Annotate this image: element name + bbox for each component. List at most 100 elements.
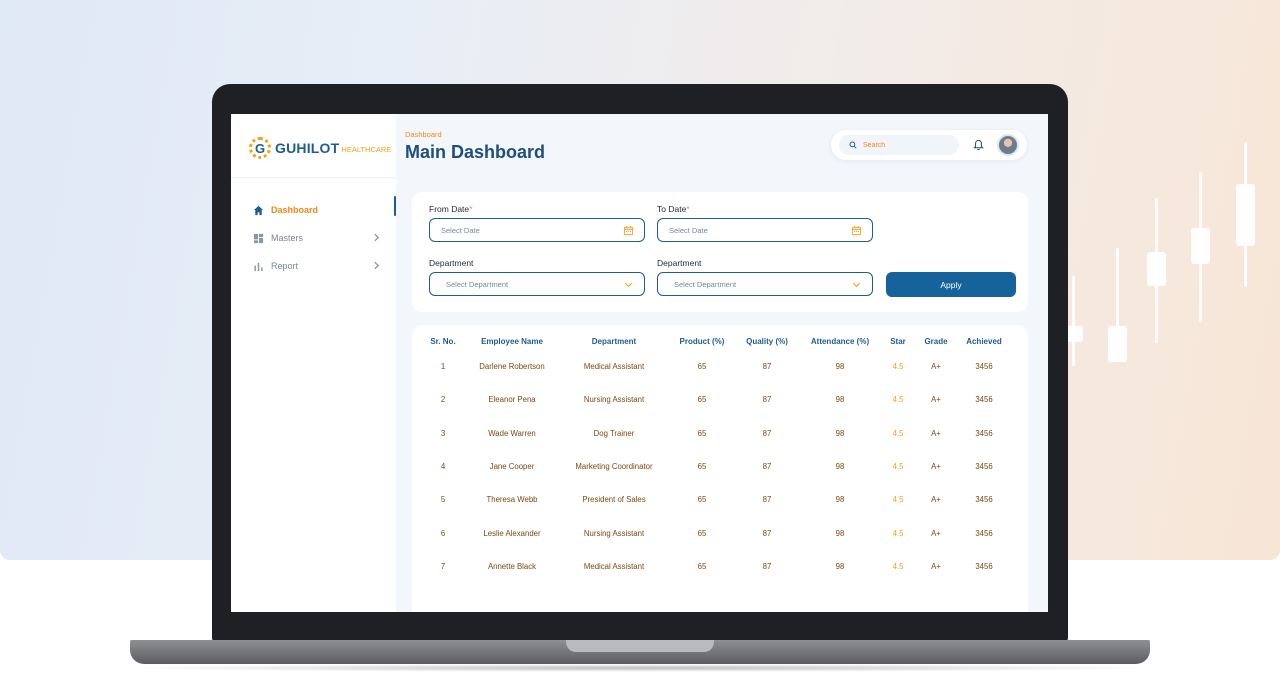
chevron-down-icon [852, 282, 861, 288]
cell-employee-name: Jane Cooper [489, 462, 535, 472]
cell-department: Medical Assistant [583, 362, 645, 372]
sidebar-nav: Dashboard Masters Report [231, 196, 396, 280]
cell-product: 65 [697, 495, 707, 505]
sidebar-item-label: Dashboard [271, 205, 319, 215]
search-box[interactable] [839, 135, 959, 155]
cell-quality: 87 [762, 462, 772, 472]
filter-card: From Date* Select Date To Date* Select D… [412, 192, 1028, 312]
table-row[interactable]: 7 Annette Black Medical Assistant 65 87 … [420, 550, 1012, 583]
chevron-right-icon [374, 261, 380, 270]
cell-product: 65 [697, 395, 707, 405]
cell-quality: 87 [762, 428, 772, 438]
cell-star: 4.5 [892, 362, 904, 372]
bell-icon[interactable] [973, 139, 984, 151]
column-header[interactable]: Sr. No. [420, 333, 466, 350]
cell-grade: A+ [931, 495, 941, 505]
column-header[interactable]: Attendance (%) [800, 333, 880, 350]
sidebar-divider [231, 177, 396, 178]
sidebar-item-dashboard[interactable]: Dashboard [231, 196, 396, 224]
calendar-icon [623, 226, 634, 236]
cell-department: Dog Trainer [593, 428, 635, 438]
column-header[interactable]: Employee Name [466, 333, 558, 350]
search-icon [849, 141, 857, 149]
cell-quality: 87 [762, 362, 772, 372]
to-date-input[interactable]: Select Date [657, 218, 873, 242]
from-date-placeholder: Select Date [441, 225, 480, 235]
department-select-2[interactable]: Select Department [657, 272, 873, 296]
from-date-label: From Date* [429, 204, 473, 214]
column-header[interactable]: Achieved [956, 333, 1012, 350]
cell-star: 4.5 [892, 495, 904, 505]
department-placeholder: Select Department [446, 279, 509, 289]
cell-product: 65 [697, 561, 707, 571]
cell-quality: 87 [762, 528, 772, 538]
cell-attendance: 98 [835, 462, 845, 472]
to-date-placeholder: Select Date [669, 225, 708, 235]
cell-grade: A+ [931, 428, 941, 438]
apply-button[interactable]: Apply [886, 272, 1016, 297]
breadcrumb[interactable]: Dashboard [405, 130, 442, 139]
cell-attendance: 98 [835, 528, 845, 538]
department-select-1[interactable]: Select Department [429, 272, 645, 296]
cell-grade: A+ [931, 395, 941, 405]
table-row[interactable]: 2 Eleanor Pena Nursing Assistant 65 87 9… [420, 383, 1012, 416]
employee-table-card: Sr. No. Employee Name Department Product… [412, 325, 1028, 612]
employee-table: Sr. No. Employee Name Department Product… [420, 333, 1012, 583]
cell-achieved: 3456 [975, 428, 993, 438]
cell-star: 4.5 [892, 462, 904, 472]
cell-department: Medical Assistant [583, 561, 645, 571]
cell-department: Nursing Assistant [583, 395, 645, 405]
cell-star: 4.5 [892, 395, 904, 405]
bar-chart-icon [254, 262, 263, 271]
sidebar-item-report[interactable]: Report [231, 252, 396, 280]
table-row[interactable]: 1 Darlene Robertson Medical Assistant 65… [420, 350, 1012, 383]
column-header[interactable]: Grade [916, 333, 956, 350]
cell-sr-no: 4 [440, 462, 446, 472]
department-label-1: Department [429, 258, 474, 268]
sidebar-item-label: Masters [271, 233, 304, 243]
cell-attendance: 98 [835, 561, 845, 571]
cell-achieved: 3456 [975, 362, 993, 372]
department-label-2: Department [657, 258, 702, 268]
avatar[interactable] [997, 134, 1019, 156]
brand-name: GUHILOT [275, 140, 340, 156]
cell-product: 65 [697, 528, 707, 538]
column-header[interactable]: Quality (%) [734, 333, 800, 350]
cell-employee-name: Wade Warren [488, 428, 536, 438]
topbar [831, 130, 1027, 160]
sidebar-item-masters[interactable]: Masters [231, 224, 396, 252]
laptop-shadow [118, 664, 1162, 672]
column-header[interactable]: Star [880, 333, 916, 350]
cell-star: 4.5 [892, 528, 904, 538]
cell-grade: A+ [931, 462, 941, 472]
table-row[interactable]: 3 Wade Warren Dog Trainer 65 87 98 4.5 A… [420, 417, 1012, 450]
table-row[interactable]: 4 Jane Cooper Marketing Coordinator 65 8… [420, 450, 1012, 483]
cell-employee-name: Theresa Webb [486, 495, 538, 505]
column-header[interactable]: Department [558, 333, 670, 350]
cell-employee-name: Leslie Alexander [483, 528, 541, 538]
cell-attendance: 98 [835, 395, 845, 405]
page-title: Main Dashboard [405, 142, 546, 162]
cell-attendance: 98 [835, 495, 845, 505]
brand-logo[interactable]: G GUHILOT HEALTHCARE [249, 137, 391, 159]
cell-star: 4.5 [892, 428, 904, 438]
table-header-row: Sr. No. Employee Name Department Product… [420, 333, 1012, 350]
cell-product: 65 [697, 362, 707, 372]
cell-employee-name: Annette Black [487, 561, 537, 571]
table-row[interactable]: 6 Leslie Alexander Nursing Assistant 65 … [420, 516, 1012, 549]
cell-grade: A+ [931, 561, 941, 571]
active-indicator [394, 196, 396, 216]
cell-sr-no: 1 [440, 362, 446, 372]
column-header[interactable]: Product (%) [670, 333, 734, 350]
cell-department: Marketing Coordinator [575, 462, 653, 472]
from-date-input[interactable]: Select Date [429, 218, 645, 242]
cell-achieved: 3456 [975, 395, 993, 405]
laptop-notch [566, 640, 714, 652]
cell-achieved: 3456 [975, 561, 993, 571]
sidebar-item-label: Report [271, 261, 299, 271]
cell-achieved: 3456 [975, 495, 993, 505]
cell-achieved: 3456 [975, 528, 993, 538]
department-placeholder: Select Department [674, 279, 737, 289]
table-row[interactable]: 5 Theresa Webb President of Sales 65 87 … [420, 483, 1012, 516]
search-input[interactable] [863, 141, 953, 149]
